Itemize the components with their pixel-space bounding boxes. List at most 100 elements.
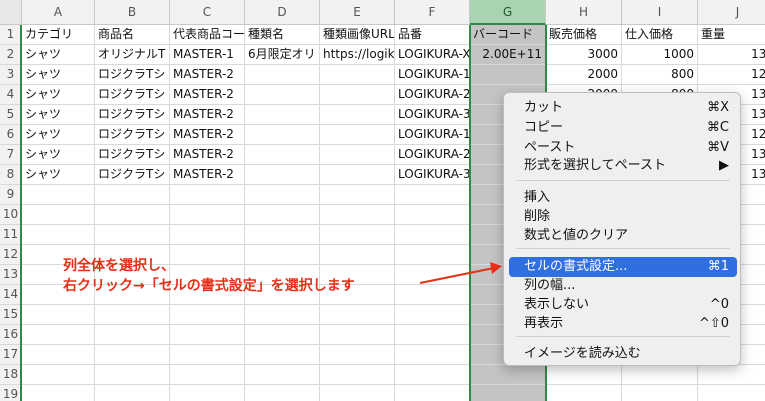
cell-f15[interactable] (395, 305, 470, 325)
cell-c11[interactable] (170, 225, 245, 245)
menu-item[interactable]: 再表示 ^⇧0 (509, 314, 737, 334)
cell-f4[interactable]: LOGIKURA-2 (395, 85, 470, 105)
cell-e16[interactable] (320, 325, 395, 345)
cell-d17[interactable] (245, 345, 320, 365)
cell-c9[interactable] (170, 185, 245, 205)
cell-f17[interactable] (395, 345, 470, 365)
cell-a15[interactable] (22, 305, 95, 325)
cell-g2[interactable]: 2.00E+11 (470, 45, 546, 65)
cell-d8[interactable] (245, 165, 320, 185)
cell-h3[interactable]: 2000 (546, 65, 622, 85)
cell-i3[interactable]: 800 (622, 65, 698, 85)
row-header[interactable]: 19 (0, 385, 22, 401)
cell-c2[interactable]: MASTER-1 (170, 45, 245, 65)
cell-f13[interactable] (395, 265, 470, 285)
cell-b16[interactable] (95, 325, 170, 345)
row-header[interactable]: 7 (0, 145, 22, 165)
cell-c5[interactable]: MASTER-2 (170, 105, 245, 125)
cell-e10[interactable] (320, 205, 395, 225)
column-header-c[interactable]: C (170, 0, 245, 25)
cell-i18[interactable] (622, 365, 698, 385)
row-header[interactable]: 18 (0, 365, 22, 385)
cell-c19[interactable] (170, 385, 245, 401)
cell-h19[interactable] (546, 385, 622, 401)
menu-item[interactable]: カット ⌘X (509, 98, 737, 118)
cell-b7[interactable]: ロジクラTシ (95, 145, 170, 165)
cell-c10[interactable] (170, 205, 245, 225)
cell-d7[interactable] (245, 145, 320, 165)
cell-e7[interactable] (320, 145, 395, 165)
row-header[interactable]: 12 (0, 245, 22, 265)
cell-g1[interactable]: バーコード (470, 25, 546, 45)
cell-b19[interactable] (95, 385, 170, 401)
cell-a18[interactable] (22, 365, 95, 385)
cell-d18[interactable] (245, 365, 320, 385)
row-header[interactable]: 16 (0, 325, 22, 345)
row-header[interactable]: 9 (0, 185, 22, 205)
cell-d15[interactable] (245, 305, 320, 325)
cell-f19[interactable] (395, 385, 470, 401)
cell-j2[interactable]: 130 (698, 45, 765, 65)
cell-c18[interactable] (170, 365, 245, 385)
menu-item[interactable]: 形式を選択してペースト ▶ (509, 156, 737, 176)
cell-f6[interactable]: LOGIKURA-1 (395, 125, 470, 145)
cell-f11[interactable] (395, 225, 470, 245)
cell-b10[interactable] (95, 205, 170, 225)
column-header-f[interactable]: F (395, 0, 470, 25)
cell-f18[interactable] (395, 365, 470, 385)
cell-a17[interactable] (22, 345, 95, 365)
column-header-e[interactable]: E (320, 0, 395, 25)
select-all-corner[interactable] (0, 0, 22, 25)
row-header[interactable]: 6 (0, 125, 22, 145)
cell-i19[interactable] (622, 385, 698, 401)
menu-item[interactable]: コピー ⌘C (509, 118, 737, 138)
cell-c4[interactable]: MASTER-2 (170, 85, 245, 105)
cell-d5[interactable] (245, 105, 320, 125)
cell-e8[interactable] (320, 165, 395, 185)
cell-d10[interactable] (245, 205, 320, 225)
cell-c15[interactable] (170, 305, 245, 325)
column-header-j[interactable]: J (698, 0, 765, 25)
cell-j3[interactable]: 120 (698, 65, 765, 85)
cell-d4[interactable] (245, 85, 320, 105)
cell-e9[interactable] (320, 185, 395, 205)
cell-f5[interactable]: LOGIKURA-3 (395, 105, 470, 125)
cell-a6[interactable]: シャツ (22, 125, 95, 145)
cell-a9[interactable] (22, 185, 95, 205)
cell-f3[interactable]: LOGIKURA-1 (395, 65, 470, 85)
cell-f7[interactable]: LOGIKURA-2 (395, 145, 470, 165)
cell-e6[interactable] (320, 125, 395, 145)
cell-f1[interactable]: 品番 (395, 25, 470, 45)
cell-c12[interactable] (170, 245, 245, 265)
column-header-d[interactable]: D (245, 0, 320, 25)
cell-b5[interactable]: ロジクラTシ (95, 105, 170, 125)
cell-b6[interactable]: ロジクラTシ (95, 125, 170, 145)
cell-e15[interactable] (320, 305, 395, 325)
cell-c8[interactable]: MASTER-2 (170, 165, 245, 185)
cell-d19[interactable] (245, 385, 320, 401)
cell-e18[interactable] (320, 365, 395, 385)
cell-e17[interactable] (320, 345, 395, 365)
cell-b9[interactable] (95, 185, 170, 205)
cell-e5[interactable] (320, 105, 395, 125)
row-header[interactable]: 4 (0, 85, 22, 105)
row-header[interactable]: 17 (0, 345, 22, 365)
cell-f16[interactable] (395, 325, 470, 345)
row-header[interactable]: 13 (0, 265, 22, 285)
row-header[interactable]: 1 (0, 25, 22, 45)
cell-c17[interactable] (170, 345, 245, 365)
cell-a8[interactable]: シャツ (22, 165, 95, 185)
cell-d2[interactable]: 6月限定オリ (245, 45, 320, 65)
cell-c3[interactable]: MASTER-2 (170, 65, 245, 85)
cell-c7[interactable]: MASTER-2 (170, 145, 245, 165)
menu-item[interactable]: 数式と値のクリア (509, 226, 737, 246)
menu-item[interactable]: 削除 (509, 207, 737, 227)
cell-f9[interactable] (395, 185, 470, 205)
cell-d12[interactable] (245, 245, 320, 265)
cell-f12[interactable] (395, 245, 470, 265)
cell-b11[interactable] (95, 225, 170, 245)
menu-item[interactable]: 挿入 (509, 188, 737, 208)
cell-d6[interactable] (245, 125, 320, 145)
column-header-g[interactable]: G (470, 0, 546, 25)
cell-i2[interactable]: 1000 (622, 45, 698, 65)
